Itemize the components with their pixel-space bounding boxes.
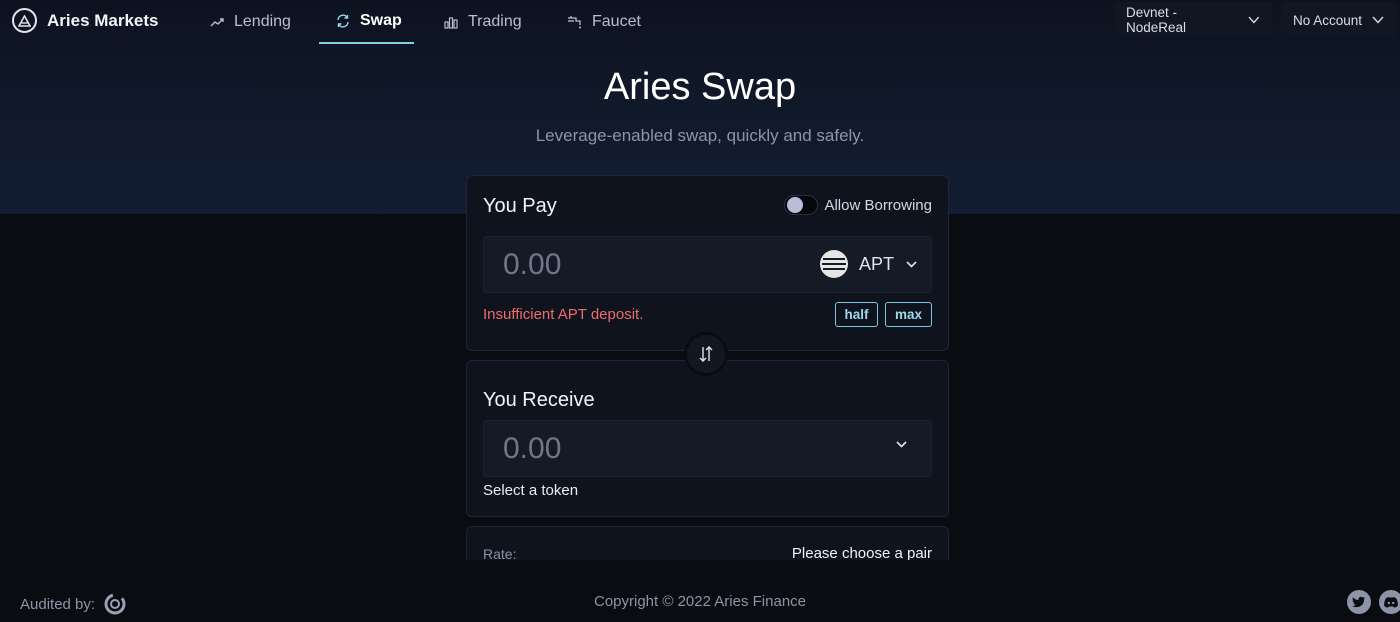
receive-token-selector[interactable]: [896, 441, 907, 448]
pay-title: You Pay: [483, 195, 557, 217]
nav-faucet-label: Faucet: [592, 13, 641, 30]
account-button[interactable]: No Account: [1281, 2, 1397, 38]
chevron-down-icon: [1372, 16, 1384, 24]
page-subtitle: Leverage-enabled swap, quickly and safel…: [535, 126, 865, 145]
network-selector[interactable]: Devnet - NodeReal: [1114, 2, 1272, 38]
brand-name: Aries Markets: [47, 10, 159, 30]
refresh-icon: [337, 14, 349, 28]
half-button[interactable]: half: [835, 302, 878, 327]
pay-amount-box: APT: [483, 236, 932, 293]
chevron-down-icon: [896, 441, 907, 448]
select-token-label: Select a token: [483, 482, 579, 499]
account-label: No Account: [1293, 12, 1363, 28]
faucet-icon: [568, 16, 581, 29]
pay-card: You Pay Allow Borrowing APT Insufficient…: [466, 175, 949, 351]
copyright: Copyright © 2022 Aries Finance: [594, 593, 806, 610]
top-nav: Aries Markets Lending Swap Trading Fauce…: [0, 0, 1400, 44]
trend-up-icon: [210, 18, 224, 27]
allow-borrowing-label: Allow Borrowing: [824, 196, 932, 214]
brand[interactable]: Aries Markets: [12, 8, 159, 33]
nav-trading[interactable]: Trading: [444, 0, 522, 44]
pay-token-label: APT: [858, 253, 894, 274]
nav-trading-label: Trading: [468, 13, 522, 30]
discord-icon[interactable]: [1379, 590, 1400, 614]
content-fade: [466, 560, 949, 568]
allow-borrowing-toggle[interactable]: [784, 195, 819, 215]
apt-token-icon: [819, 250, 848, 278]
network-label: Devnet - NodeReal: [1126, 5, 1187, 35]
nav-lending[interactable]: Lending: [210, 0, 291, 44]
pay-amount-input[interactable]: [503, 247, 703, 283]
insufficient-deposit-warning: Insufficient APT deposit.: [483, 306, 644, 323]
receive-amount-box: [483, 420, 932, 477]
twitter-icon[interactable]: [1347, 590, 1371, 614]
receive-card: You Receive Select a token: [466, 360, 949, 517]
nav-swap[interactable]: Swap: [319, 0, 414, 44]
aries-logo-icon: [12, 8, 37, 33]
max-button[interactable]: max: [885, 302, 932, 327]
allow-borrowing: Allow Borrowing: [784, 195, 932, 215]
chevron-down-icon: [1248, 16, 1260, 24]
nav-swap-label: Swap: [360, 12, 402, 29]
nav-faucet[interactable]: Faucet: [567, 0, 641, 44]
receive-title: You Receive: [483, 389, 595, 411]
receive-amount-input[interactable]: [503, 431, 703, 467]
swap-arrows-icon: [699, 346, 713, 362]
bar-chart-icon: [444, 16, 458, 29]
swap-direction-button[interactable]: [684, 332, 728, 376]
toggle-knob: [787, 197, 804, 213]
chevron-down-icon: [906, 260, 917, 268]
page-title: Aries Swap: [603, 66, 797, 108]
pay-token-selector[interactable]: APT: [819, 249, 917, 279]
nav-lending-label: Lending: [234, 13, 291, 30]
